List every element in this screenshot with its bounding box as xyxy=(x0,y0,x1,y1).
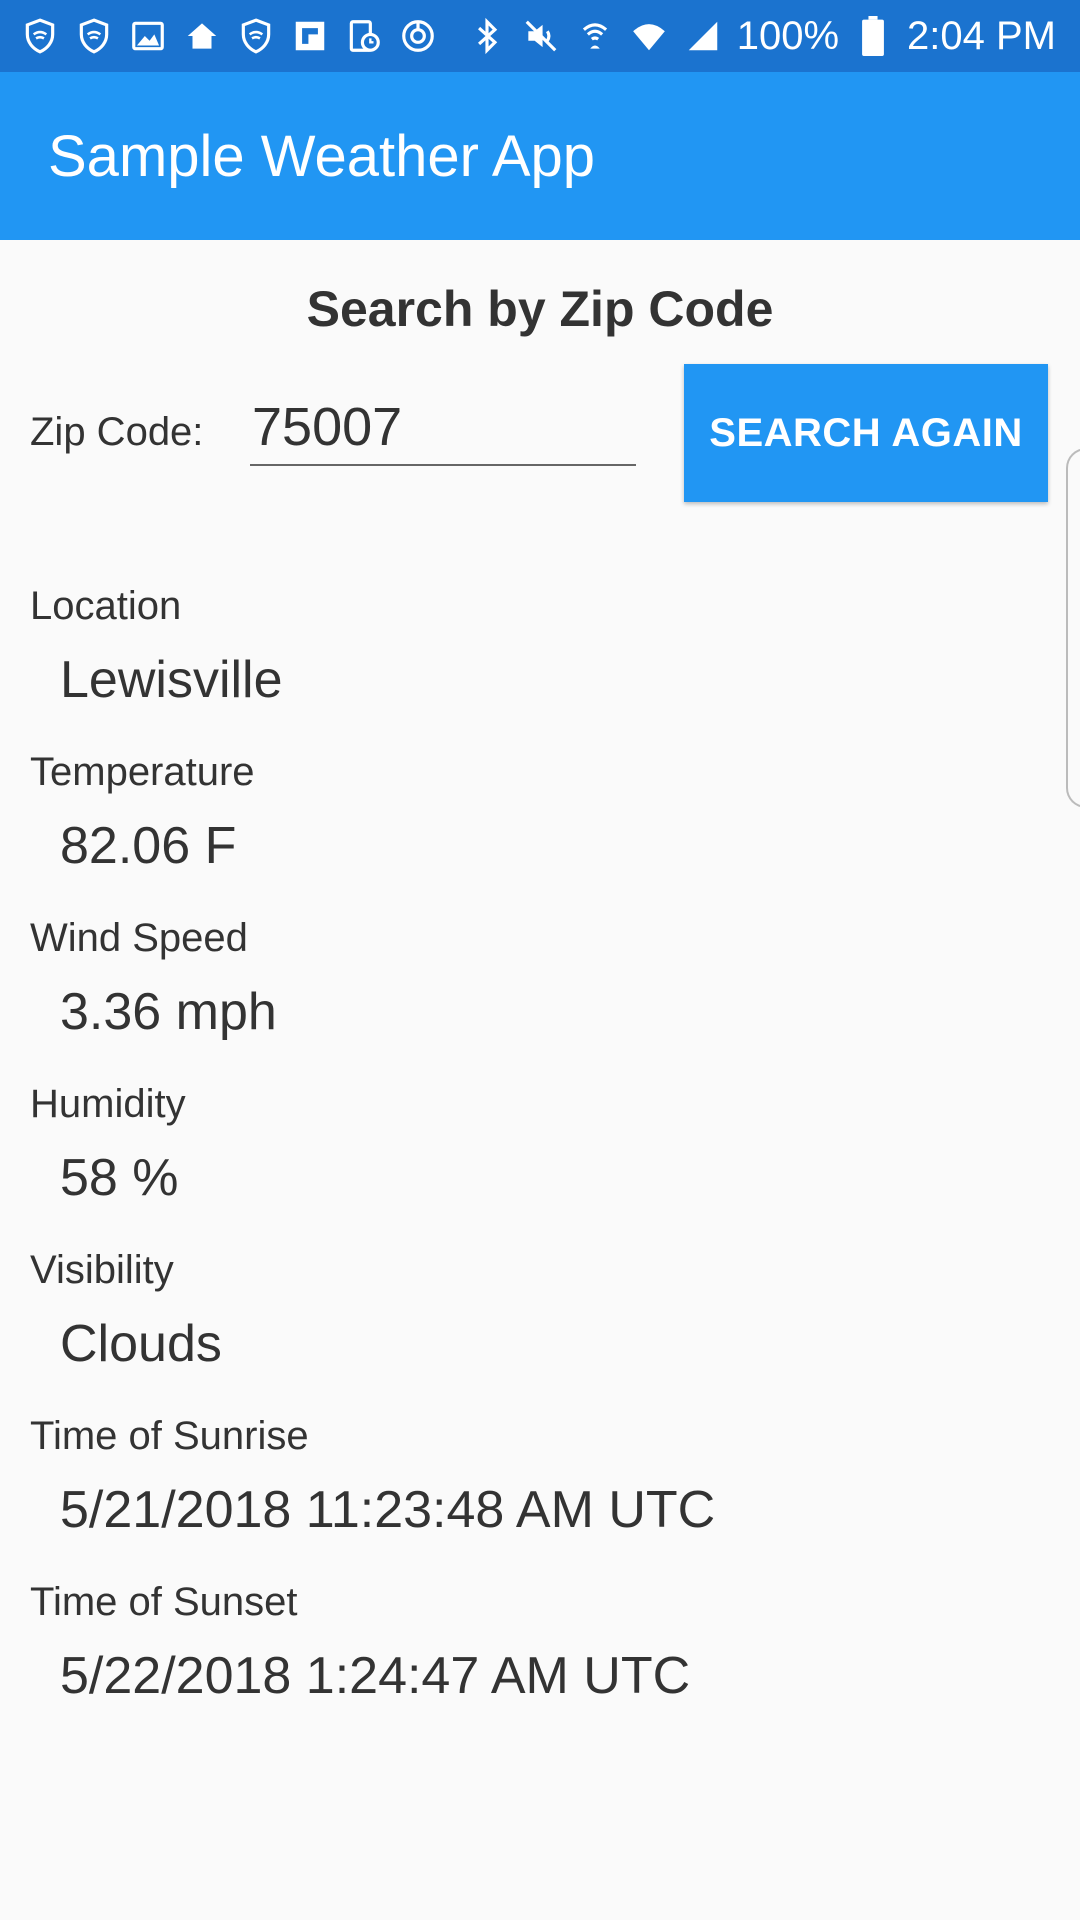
humidity-value: 58 % xyxy=(60,1149,179,1207)
edge-panel-handle[interactable] xyxy=(1066,448,1080,808)
wifi-icon xyxy=(629,16,669,56)
tablet-clock-icon xyxy=(344,16,384,56)
shield-icon xyxy=(236,16,276,56)
bluetooth-icon xyxy=(467,16,507,56)
notification-icons xyxy=(20,16,438,56)
battery-percent: 100% xyxy=(736,13,840,58)
visibility-label: Visibility xyxy=(30,1248,174,1292)
home-icon xyxy=(182,16,222,56)
humidity-label: Humidity xyxy=(30,1082,186,1126)
search-title: Search by Zip Code xyxy=(306,281,774,337)
visibility-value: Clouds xyxy=(60,1315,222,1373)
zip-code-input[interactable] xyxy=(250,390,636,466)
location-value: Lewisville xyxy=(60,651,283,709)
flipboard-icon xyxy=(290,16,330,56)
sunrise-label: Time of Sunrise xyxy=(30,1414,309,1458)
app-title: Sample Weather App xyxy=(48,123,596,189)
status-bar: 100% 2:04 PM xyxy=(0,0,1080,72)
temperature-label: Temperature xyxy=(30,750,255,794)
search-again-button[interactable]: SEARCH AGAIN xyxy=(684,364,1048,502)
sunset-value: 5/22/2018 1:24:47 AM UTC xyxy=(60,1647,691,1705)
sunrise-value: 5/21/2018 11:23:48 AM UTC xyxy=(60,1481,716,1539)
wind-speed-value: 3.36 mph xyxy=(60,983,277,1041)
app-bar: Sample Weather App xyxy=(0,72,1080,240)
hotspot-icon xyxy=(575,16,615,56)
temperature-value: 82.06 F xyxy=(60,817,237,875)
sync-icon xyxy=(398,16,438,56)
sunset-label: Time of Sunset xyxy=(30,1580,298,1624)
location-label: Location xyxy=(30,584,182,628)
clock: 2:04 PM xyxy=(907,13,1056,58)
shield-icon xyxy=(74,16,114,56)
wind-speed-label: Wind Speed xyxy=(30,916,248,960)
battery-icon xyxy=(853,16,893,56)
shield-icon xyxy=(20,16,60,56)
mute-icon xyxy=(521,16,561,56)
system-icons: 100% 2:04 PM xyxy=(467,14,1056,59)
signal-icon xyxy=(683,16,723,56)
image-icon xyxy=(128,16,168,56)
zip-code-label: Zip Code: xyxy=(30,410,204,454)
main-content: Search by Zip Code Zip Code: SEARCH AGAI… xyxy=(0,240,1080,1920)
